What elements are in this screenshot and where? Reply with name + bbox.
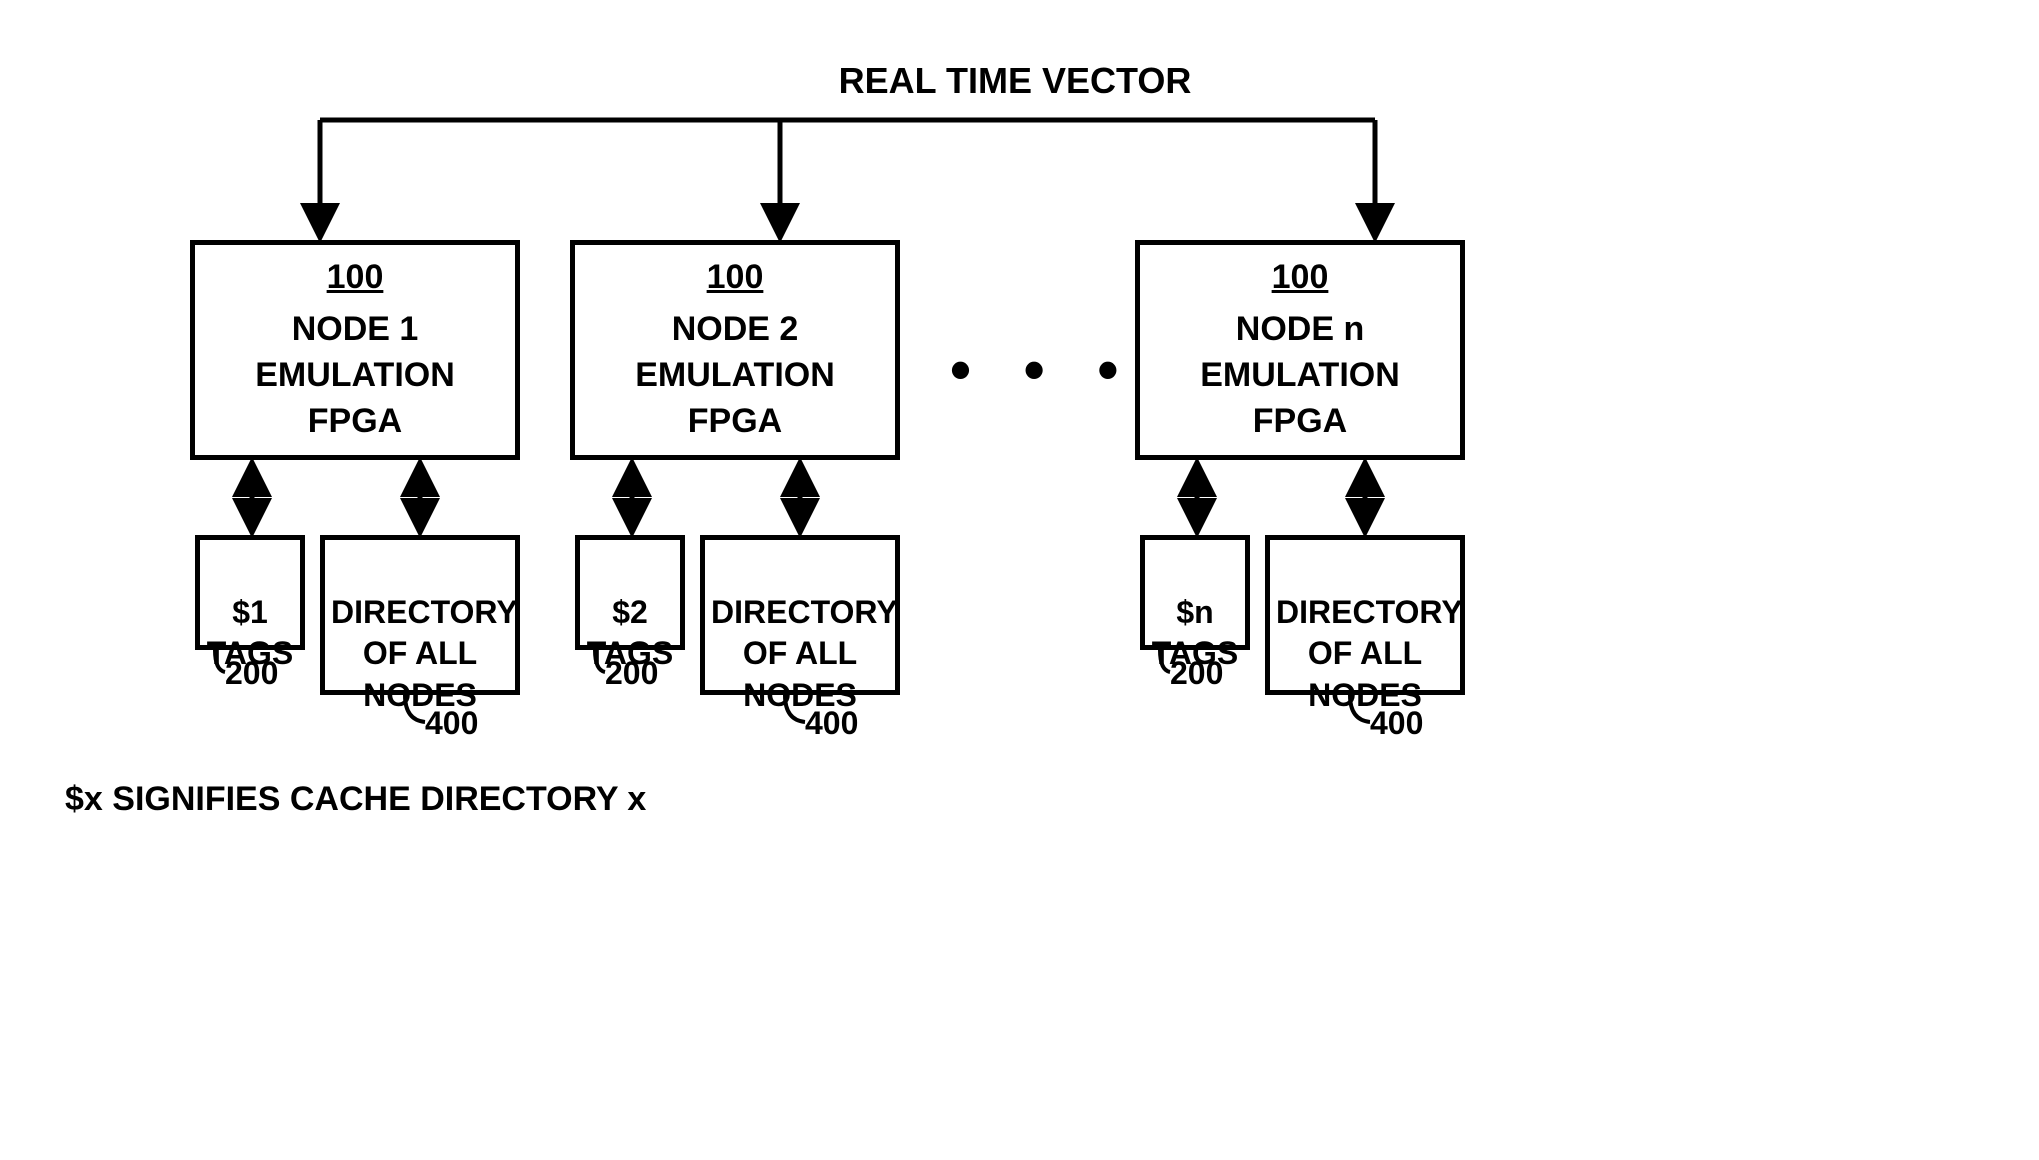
- dir-2-ref: 400: [805, 705, 858, 742]
- dir-2-box: DIRECTORY OF ALL NODES: [700, 535, 900, 695]
- tags-1-box: $1 TAGS: [195, 535, 305, 650]
- tags-2-ref: 200: [605, 655, 658, 692]
- diagram-title: REAL TIME VECTOR: [839, 60, 1192, 102]
- node-1-ref: 100: [200, 255, 510, 301]
- dir-1-text: DIRECTORY OF ALL NODES: [331, 594, 518, 713]
- tags-n-ref: 200: [1170, 655, 1223, 692]
- tags-n-box: $n TAGS: [1140, 535, 1250, 650]
- dir-n-box: DIRECTORY OF ALL NODES: [1265, 535, 1465, 695]
- node-n-body: NODE n EMULATION FPGA: [1200, 310, 1400, 440]
- node-1-body: NODE 1 EMULATION FPGA: [255, 310, 455, 440]
- footnote: $x SIGNIFIES CACHE DIRECTORY x: [65, 780, 646, 819]
- diagram-root: REAL TIME VECTOR 100 NODE 1 EMULATION FP…: [40, 40, 1990, 1120]
- dir-n-ref: 400: [1370, 705, 1423, 742]
- tags-1-ref: 200: [225, 655, 278, 692]
- node-2-body: NODE 2 EMULATION FPGA: [635, 310, 835, 440]
- tags-2-box: $2 TAGS: [575, 535, 685, 650]
- node-1-box: 100 NODE 1 EMULATION FPGA: [190, 240, 520, 460]
- ellipsis-icon: • • •: [950, 335, 1136, 404]
- dir-2-text: DIRECTORY OF ALL NODES: [711, 594, 898, 713]
- dir-n-text: DIRECTORY OF ALL NODES: [1276, 594, 1463, 713]
- dir-1-ref: 400: [425, 705, 478, 742]
- node-n-ref: 100: [1145, 255, 1455, 301]
- node-2-box: 100 NODE 2 EMULATION FPGA: [570, 240, 900, 460]
- node-n-box: 100 NODE n EMULATION FPGA: [1135, 240, 1465, 460]
- dir-1-box: DIRECTORY OF ALL NODES: [320, 535, 520, 695]
- node-2-ref: 100: [580, 255, 890, 301]
